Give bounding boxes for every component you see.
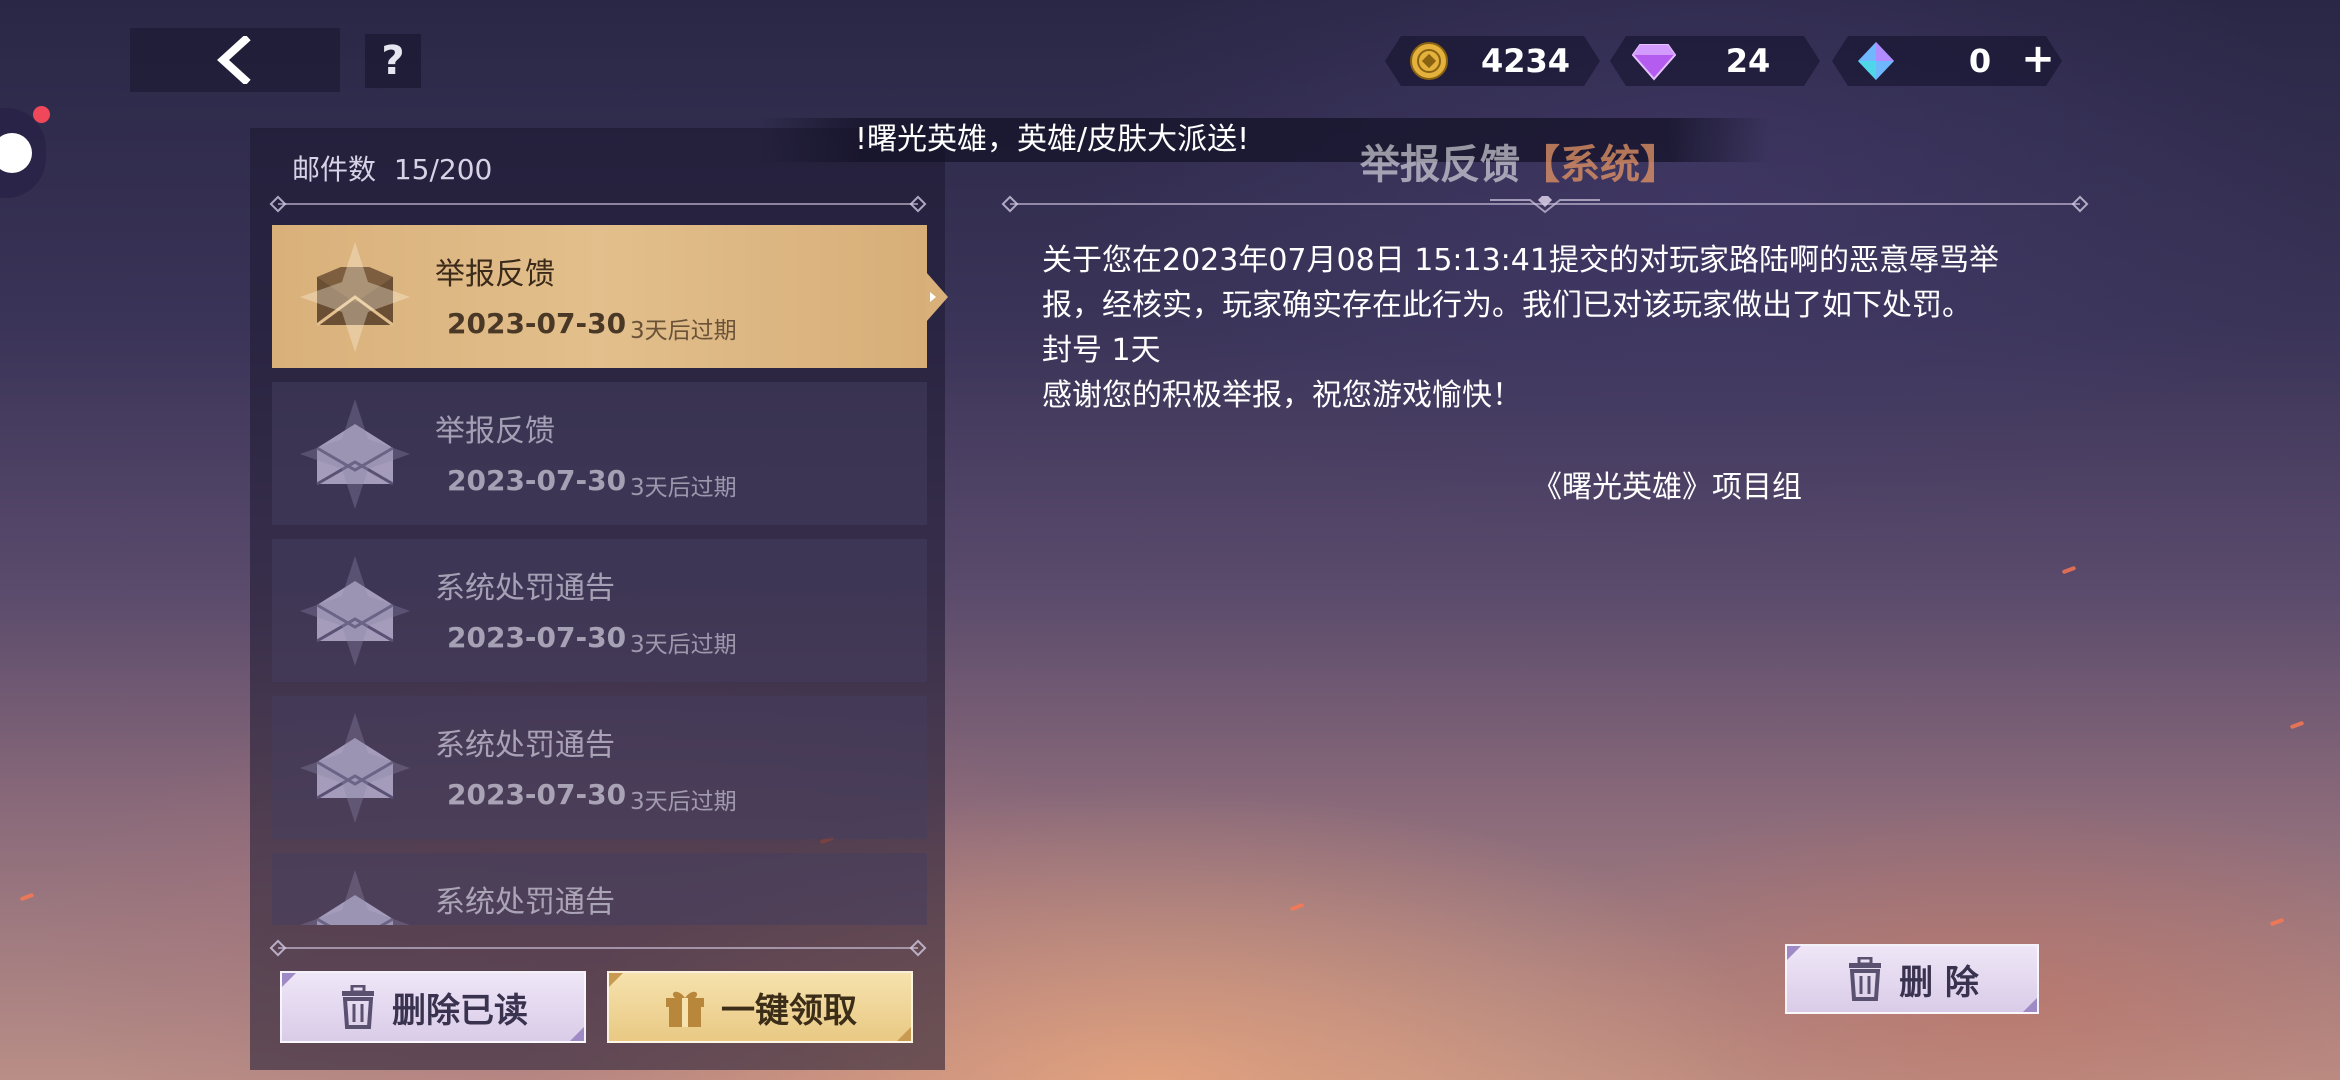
mail-list[interactable]: 举报反馈 2023-07-30 3天后过期 举报反馈 2023-07-30 3天… bbox=[272, 225, 927, 925]
mail-count-value: 15/200 bbox=[393, 153, 493, 186]
mail-item[interactable]: 举报反馈 2023-07-30 3天后过期 bbox=[272, 382, 927, 525]
ember-spark bbox=[1289, 902, 1305, 912]
diamond-currency: 24 bbox=[1610, 36, 1820, 86]
envelope-icon-wrap bbox=[300, 242, 410, 352]
mail-date: 2023-07-30 bbox=[447, 307, 627, 340]
delete-mail-label: 删 除 bbox=[1899, 962, 1979, 1003]
star-decor-icon bbox=[300, 556, 410, 666]
list-top-divider bbox=[278, 203, 918, 205]
ember-spark bbox=[2289, 720, 2305, 730]
mail-item[interactable]: 系统处罚通告 2023-07-30 3天后过期 bbox=[272, 539, 927, 682]
button-corner-decor bbox=[609, 973, 623, 987]
button-corner-decor bbox=[570, 1027, 584, 1041]
mail-count: 邮件数 15/200 bbox=[292, 148, 492, 188]
star-decor-icon bbox=[300, 242, 410, 352]
ember-spark bbox=[19, 892, 35, 902]
mail-expire: 3天后过期 bbox=[630, 318, 737, 344]
selected-indicator-icon bbox=[926, 272, 948, 322]
ember-spark bbox=[2269, 917, 2285, 927]
button-corner-decor bbox=[2023, 998, 2037, 1012]
mail-expire: 3天后过期 bbox=[630, 789, 737, 815]
mail-count-label: 邮件数 bbox=[292, 153, 377, 186]
mail-list-panel: 邮件数 15/200 举报反馈 2023-07-30 3天后过期 举报反馈 20… bbox=[250, 128, 945, 1070]
recharge-plus-button[interactable]: + bbox=[2018, 34, 2058, 84]
gold-currency: 4234 bbox=[1385, 36, 1600, 86]
diamond-amount: 24 bbox=[1725, 42, 1771, 80]
mail-title: 系统处罚通告 bbox=[435, 571, 615, 606]
mail-body-line: 关于您在2023年07月08日 15:13:41提交的对玩家路陆啊的恶意辱骂举 bbox=[1042, 243, 1999, 278]
mail-title: 系统处罚通告 bbox=[435, 885, 615, 920]
help-button[interactable]: ? bbox=[365, 34, 421, 88]
blue-crystal-icon bbox=[1854, 39, 1898, 83]
button-corner-decor bbox=[1787, 946, 1801, 960]
trash-icon bbox=[342, 985, 374, 1029]
mail-signature: 《曙光英雄》项目组 bbox=[1532, 470, 1802, 505]
mail-item[interactable]: 系统处罚通告 bbox=[272, 853, 927, 925]
button-corner-decor bbox=[897, 1027, 911, 1041]
star-decor-icon bbox=[300, 399, 410, 509]
envelope-icon-wrap bbox=[300, 556, 410, 666]
mail-title: 举报反馈 bbox=[435, 257, 555, 292]
delete-read-label: 删除已读 bbox=[392, 990, 528, 1031]
detail-title-tag: 【系统】 bbox=[1520, 142, 1680, 188]
assistant-knob bbox=[0, 133, 32, 173]
chevron-left-icon bbox=[217, 36, 251, 84]
envelope-icon-wrap bbox=[300, 713, 410, 823]
claim-all-label: 一键领取 bbox=[721, 990, 857, 1031]
envelope-icon-wrap bbox=[300, 870, 410, 925]
envelope-icon-wrap bbox=[300, 399, 410, 509]
mail-body-line: 感谢您的积极举报，祝您游戏愉快！ bbox=[1042, 378, 1522, 413]
button-corner-decor bbox=[282, 973, 296, 987]
mail-expire: 3天后过期 bbox=[630, 475, 737, 501]
mail-expire: 3天后过期 bbox=[630, 632, 737, 658]
mail-title: 举报反馈 bbox=[435, 414, 555, 449]
delete-mail-button[interactable]: 删 除 bbox=[1785, 944, 2039, 1014]
mail-title: 系统处罚通告 bbox=[435, 728, 615, 763]
mail-body-line: 封号 1天 bbox=[1042, 333, 1161, 368]
gold-coin-icon bbox=[1407, 39, 1451, 83]
star-decor-icon bbox=[300, 870, 410, 925]
back-button[interactable] bbox=[130, 28, 340, 92]
list-bottom-divider bbox=[278, 947, 918, 949]
mail-item-selected[interactable]: 举报反馈 2023-07-30 3天后过期 bbox=[272, 225, 927, 368]
ember-spark bbox=[2061, 565, 2077, 575]
detail-title: 举报反馈【系统】 bbox=[1360, 132, 1680, 190]
mail-date: 2023-07-30 bbox=[447, 464, 627, 497]
gold-amount: 4234 bbox=[1480, 42, 1571, 80]
mail-item[interactable]: 系统处罚通告 2023-07-30 3天后过期 bbox=[272, 696, 927, 839]
trash-icon bbox=[1849, 957, 1882, 1001]
mail-body: 关于您在2023年07月08日 15:13:41提交的对玩家路陆啊的恶意辱骂举 … bbox=[1042, 238, 2062, 418]
star-decor-icon bbox=[300, 713, 410, 823]
purple-diamond-icon bbox=[1632, 39, 1676, 83]
notification-dot bbox=[33, 106, 50, 123]
mail-date: 2023-07-30 bbox=[447, 778, 627, 811]
mail-date: 2023-07-30 bbox=[447, 621, 627, 654]
detail-title-text: 举报反馈 bbox=[1360, 142, 1520, 188]
delete-read-button[interactable]: 删除已读 bbox=[280, 971, 586, 1043]
mail-body-line: 报，经核实，玩家确实存在此行为。我们已对该玩家做出了如下处罚。 bbox=[1042, 288, 1972, 323]
gift-icon bbox=[666, 991, 704, 1027]
claim-all-button[interactable]: 一键领取 bbox=[607, 971, 913, 1043]
divider-ornament-icon bbox=[1490, 196, 1600, 214]
